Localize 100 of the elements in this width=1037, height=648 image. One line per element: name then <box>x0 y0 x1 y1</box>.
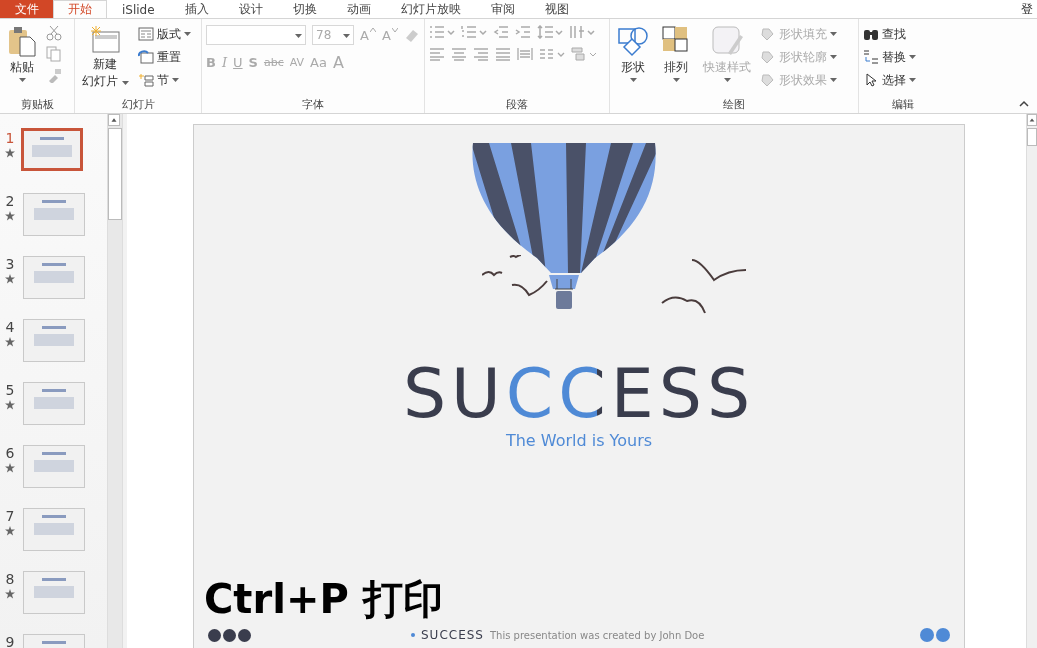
caret-icon <box>295 33 302 38</box>
caret-icon <box>629 78 637 82</box>
numbered-list-icon[interactable] <box>461 25 487 39</box>
caret-icon <box>909 55 916 59</box>
ribbon-tab[interactable]: 幻灯片放映 <box>385 0 476 18</box>
caret-icon <box>672 78 680 82</box>
star-icon <box>5 337 15 347</box>
scissors-icon[interactable] <box>46 25 62 41</box>
scroll-thumb[interactable] <box>1027 128 1037 146</box>
arrange-button[interactable]: 排列 <box>658 25 694 97</box>
justify-icon[interactable] <box>495 47 511 61</box>
slide-number: 5 <box>5 382 15 398</box>
text-direction-icon[interactable] <box>569 25 595 39</box>
star-icon <box>5 400 15 410</box>
slide-number: 7 <box>5 508 15 524</box>
slide-thumbnail[interactable] <box>23 319 85 362</box>
bullet-list-icon[interactable] <box>429 25 455 39</box>
group-label: 编辑 <box>891 97 915 113</box>
caret-icon <box>830 55 837 59</box>
align-left-icon[interactable] <box>429 47 445 61</box>
slide-thumbnail[interactable] <box>23 571 85 614</box>
sign-in-link[interactable]: 登 <box>1021 0 1033 18</box>
collapse-ribbon-icon[interactable] <box>1019 100 1029 107</box>
caret-icon <box>343 33 350 38</box>
slide-thumbnail[interactable] <box>23 382 85 425</box>
footer-text: This presentation was created by John Doe <box>490 629 705 641</box>
replace-icon <box>863 50 879 64</box>
align-right-icon[interactable] <box>473 47 489 61</box>
copy-icon[interactable] <box>46 46 62 62</box>
clipboard-icon <box>7 25 37 57</box>
paste-button[interactable]: 粘贴 <box>4 25 40 97</box>
slide-thumbnail[interactable] <box>23 193 85 236</box>
replace-button[interactable]: 替换 <box>863 48 916 66</box>
scroll-up-icon[interactable] <box>108 114 120 126</box>
group-label: 字体 <box>301 97 325 113</box>
shape-format-icon <box>760 27 776 41</box>
ribbon-tab[interactable]: 开始 <box>53 0 107 18</box>
slide-number: 1 <box>5 130 15 146</box>
slide-thumbnail[interactable] <box>23 445 85 488</box>
ribbon-tab[interactable]: 设计 <box>223 0 278 18</box>
shortcut-caption: Ctrl+P 打印 <box>204 577 443 621</box>
scrollbar[interactable] <box>107 114 122 648</box>
group-label: 剪贴板 <box>19 97 55 113</box>
star-icon <box>5 589 15 599</box>
group-label: 幻灯片 <box>120 97 156 113</box>
distribute-icon[interactable] <box>517 47 533 61</box>
slide-number: 3 <box>5 256 15 272</box>
ribbon-tab[interactable]: iSlide <box>107 0 170 18</box>
reset-button[interactable]: 重置 <box>137 48 191 66</box>
slide-thumbnail[interactable] <box>23 508 85 551</box>
star-icon <box>5 148 15 158</box>
layout-icon <box>137 27 154 41</box>
caret-icon <box>18 78 26 82</box>
scroll-up-icon[interactable] <box>1027 114 1037 126</box>
slide-number: 2 <box>5 193 15 209</box>
shape-format-icon <box>760 73 776 87</box>
pointer-icon <box>863 73 879 87</box>
group-label: 绘图 <box>722 97 746 113</box>
caret-icon <box>121 81 129 85</box>
scroll-thumb[interactable] <box>108 128 122 220</box>
ribbon-tab[interactable]: 插入 <box>169 0 224 18</box>
smartart-icon[interactable] <box>571 47 597 61</box>
new-slide-icon <box>89 25 122 55</box>
caret-icon <box>723 78 731 82</box>
ribbon-tab[interactable]: 视图 <box>529 0 584 18</box>
footer-logo: SUCCESS <box>421 628 484 642</box>
select-button[interactable]: 选择 <box>863 71 916 89</box>
star-icon <box>5 211 15 221</box>
scrollbar[interactable] <box>1026 114 1037 648</box>
increase-indent-icon[interactable] <box>515 25 531 39</box>
slide-thumbnail[interactable] <box>23 256 85 299</box>
slide-number: 9 <box>5 634 15 648</box>
ribbon-tab[interactable]: 动画 <box>331 0 386 18</box>
file-tab[interactable]: 文件 <box>0 0 53 18</box>
slide-number: 6 <box>5 445 15 461</box>
slide-number: 4 <box>5 319 15 335</box>
footer-dots-icon <box>920 628 950 642</box>
ribbon-tab[interactable]: 切换 <box>277 0 332 18</box>
align-center-icon[interactable] <box>451 47 467 61</box>
shapes-icon <box>617 25 649 57</box>
star-icon <box>5 274 15 284</box>
quick-styles-icon <box>710 25 744 57</box>
font-name-field[interactable] <box>206 25 306 45</box>
new-slide-button[interactable]: 新建 幻灯片 <box>79 25 132 97</box>
eraser-icon[interactable] <box>403 27 420 43</box>
caret-icon <box>830 32 837 36</box>
footer-dots-icon <box>208 628 251 642</box>
section-button[interactable]: 节 <box>137 71 191 89</box>
layout-button[interactable]: 版式 <box>137 25 191 43</box>
caret-icon <box>909 78 916 82</box>
decrease-indent-icon[interactable] <box>493 25 509 39</box>
columns-icon[interactable] <box>539 47 565 61</box>
slide-thumbnail[interactable] <box>21 128 83 171</box>
ribbon-tab[interactable]: 审阅 <box>475 0 530 18</box>
slide-number: 8 <box>5 571 15 587</box>
line-spacing-icon[interactable] <box>537 25 563 39</box>
reset-icon <box>137 50 154 64</box>
shapes-button[interactable]: 形状 <box>614 25 652 97</box>
shape-format-icon <box>760 50 776 64</box>
find-button[interactable]: 查找 <box>863 25 916 43</box>
